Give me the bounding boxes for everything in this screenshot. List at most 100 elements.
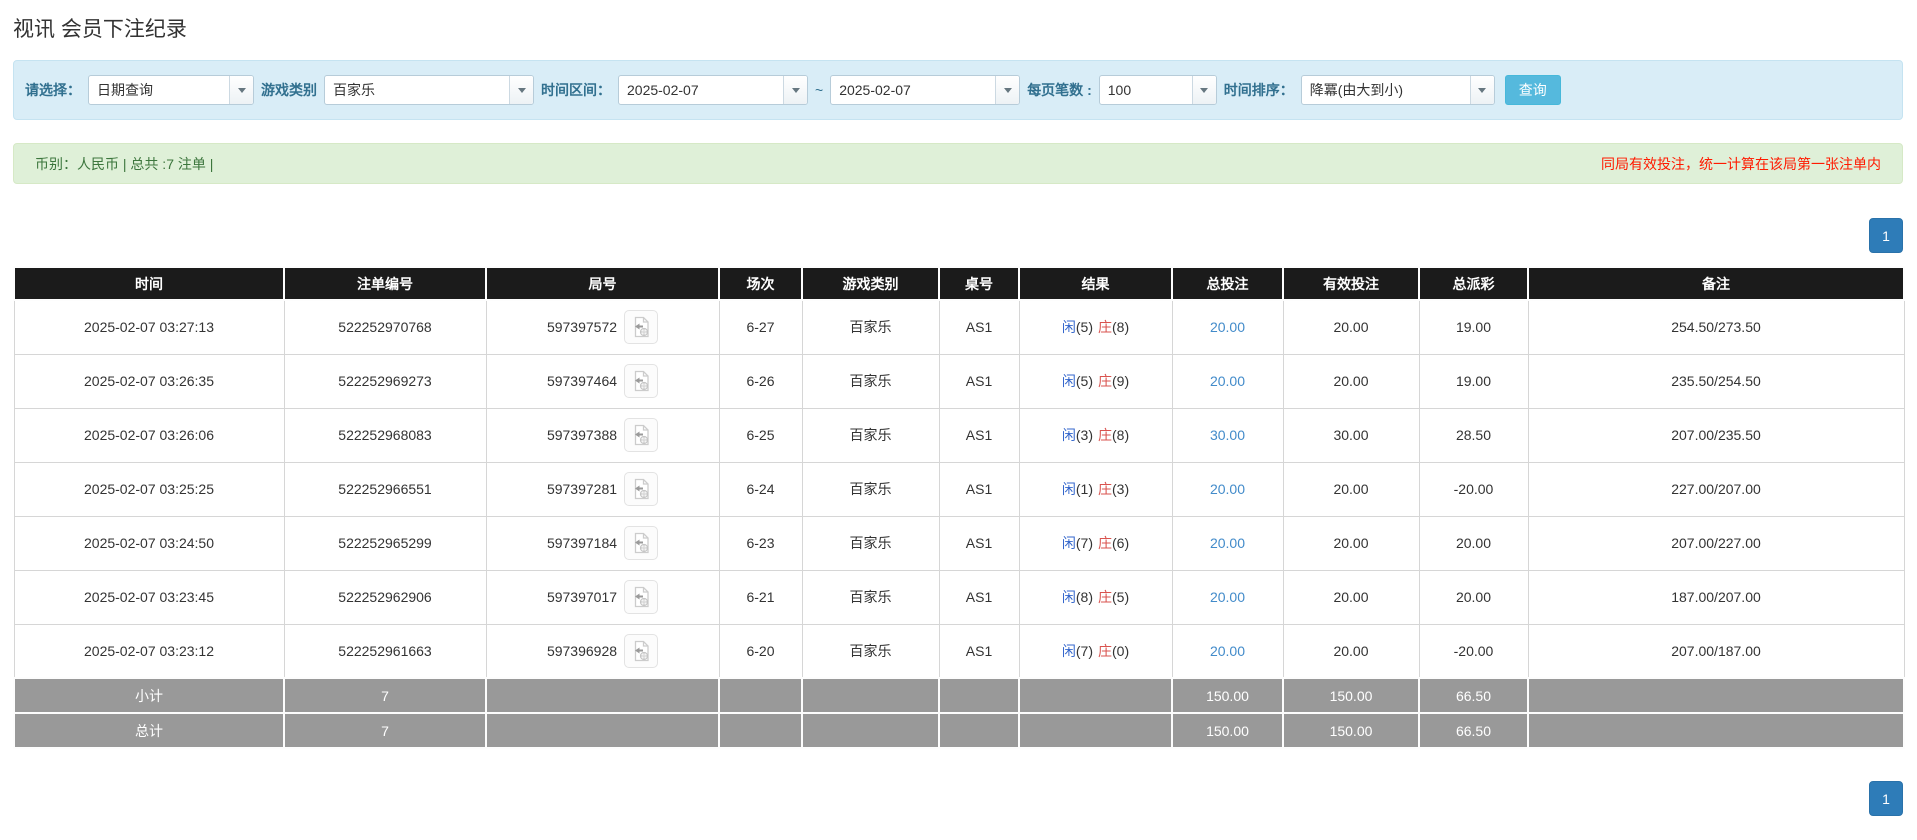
- game-type-select[interactable]: 百家乐: [324, 75, 534, 105]
- table-row: 2025-02-07 03:24:50522252965299597397184…: [14, 516, 1904, 570]
- chevron-down-icon[interactable]: [1470, 76, 1494, 104]
- chevron-down-icon[interactable]: [783, 76, 807, 104]
- result-banker-value: (5): [1112, 589, 1129, 605]
- video-file-glyph: [631, 640, 651, 662]
- video-icon[interactable]: [624, 310, 658, 344]
- video-icon[interactable]: [624, 634, 658, 668]
- sum-empty-cell: [939, 713, 1019, 748]
- cell-bet-number: 522252966551: [284, 462, 486, 516]
- video-icon[interactable]: [624, 580, 658, 614]
- query-button[interactable]: 查询: [1505, 75, 1561, 105]
- chevron-down-icon[interactable]: [995, 76, 1019, 104]
- sum-total-bet: 150.00: [1172, 713, 1283, 748]
- cell-note: 227.00/207.00: [1528, 462, 1904, 516]
- round-number: 597397572: [547, 319, 617, 335]
- video-icon[interactable]: [624, 364, 658, 398]
- cell-payout: 19.00: [1419, 354, 1528, 408]
- cell-total-bet: 20.00: [1172, 300, 1283, 354]
- round-number: 597397388: [547, 427, 617, 443]
- cell-note: 254.50/273.50: [1528, 300, 1904, 354]
- cell-bet-number: 522252968083: [284, 408, 486, 462]
- result-banker-value: (3): [1112, 481, 1129, 497]
- cell-valid-bet: 30.00: [1283, 408, 1419, 462]
- video-file-glyph: [631, 478, 651, 500]
- page-button[interactable]: 1: [1869, 781, 1903, 816]
- chevron-down-icon[interactable]: [229, 76, 253, 104]
- result-banker: 庄: [1098, 427, 1112, 443]
- cell-session: 6-27: [719, 300, 802, 354]
- sum-label: 小计: [14, 678, 284, 713]
- result-player-value: (1): [1076, 481, 1093, 497]
- result-banker: 庄: [1098, 481, 1112, 497]
- chevron-down-icon[interactable]: [509, 76, 533, 104]
- video-icon[interactable]: [624, 526, 658, 560]
- round-number: 597396928: [547, 643, 617, 659]
- table-body: 2025-02-07 03:27:13522252970768597397572…: [14, 300, 1904, 748]
- page-button[interactable]: 1: [1869, 218, 1903, 253]
- page-size-select[interactable]: 100: [1099, 75, 1217, 105]
- records-table: 时间注单编号局号场次游戏类别桌号结果总投注有效投注总派彩备注 2025-02-0…: [13, 266, 1905, 749]
- chevron-down-icon: [1004, 88, 1012, 93]
- cell-game-type: 百家乐: [802, 570, 939, 624]
- cell-payout: -20.00: [1419, 624, 1528, 678]
- result-banker: 庄: [1098, 589, 1112, 605]
- summary-bar: 币别：人民币 | 总共 :7 注单 | 同局有效投注，统一计算在该局第一张注单内: [13, 143, 1903, 184]
- sum-empty-cell: [486, 678, 719, 713]
- date-from-select[interactable]: 2025-02-07: [618, 75, 808, 105]
- cell-table-number: AS1: [939, 516, 1019, 570]
- sort-order-select[interactable]: 降冪(由大到小): [1301, 75, 1495, 105]
- round-number: 597397017: [547, 589, 617, 605]
- cell-session: 6-26: [719, 354, 802, 408]
- date-to-select[interactable]: 2025-02-07: [830, 75, 1020, 105]
- total-bet-link[interactable]: 20.00: [1210, 535, 1245, 551]
- cell-note: 207.00/235.50: [1528, 408, 1904, 462]
- total-bet-link[interactable]: 20.00: [1210, 373, 1245, 389]
- cell-valid-bet: 20.00: [1283, 354, 1419, 408]
- sum-empty-cell: [1019, 678, 1172, 713]
- cell-session: 6-23: [719, 516, 802, 570]
- result-banker: 庄: [1098, 535, 1112, 551]
- result-banker: 庄: [1098, 643, 1112, 659]
- cell-bet-number: 522252969273: [284, 354, 486, 408]
- table-row: 2025-02-07 03:26:35522252969273597397464…: [14, 354, 1904, 408]
- round-number: 597397464: [547, 373, 617, 389]
- date-mode-select[interactable]: 日期查询: [88, 75, 254, 105]
- cell-valid-bet: 20.00: [1283, 570, 1419, 624]
- sum-empty-cell: [802, 678, 939, 713]
- cell-session: 6-21: [719, 570, 802, 624]
- total-bet-link[interactable]: 30.00: [1210, 427, 1245, 443]
- cell-total-bet: 30.00: [1172, 408, 1283, 462]
- total-bet-link[interactable]: 20.00: [1210, 319, 1245, 335]
- total-bet-link[interactable]: 20.00: [1210, 481, 1245, 497]
- cell-round-number: 597397184: [486, 516, 719, 570]
- select-mode-label: 请选择：: [25, 80, 81, 100]
- chevron-down-icon[interactable]: [1192, 76, 1216, 104]
- cell-time: 2025-02-07 03:27:13: [14, 300, 284, 354]
- video-icon[interactable]: [624, 472, 658, 506]
- column-header: 备注: [1528, 267, 1904, 300]
- video-icon[interactable]: [624, 418, 658, 452]
- table-head: 时间注单编号局号场次游戏类别桌号结果总投注有效投注总派彩备注: [14, 267, 1904, 300]
- cell-bet-number: 522252962906: [284, 570, 486, 624]
- table-row: 2025-02-07 03:23:12522252961663597396928…: [14, 624, 1904, 678]
- cell-game-type: 百家乐: [802, 516, 939, 570]
- cell-time: 2025-02-07 03:26:06: [14, 408, 284, 462]
- cell-round-number: 597397572: [486, 300, 719, 354]
- cell-total-bet: 20.00: [1172, 570, 1283, 624]
- video-file-glyph: [631, 316, 651, 338]
- result-player-value: (5): [1076, 373, 1093, 389]
- total-bet-link[interactable]: 20.00: [1210, 589, 1245, 605]
- video-file-glyph: [631, 424, 651, 446]
- sum-total-bet: 150.00: [1172, 678, 1283, 713]
- video-file-glyph: [631, 370, 651, 392]
- table-row: 2025-02-07 03:27:13522252970768597397572…: [14, 300, 1904, 354]
- cell-payout: 20.00: [1419, 570, 1528, 624]
- cell-total-bet: 20.00: [1172, 516, 1283, 570]
- result-banker-value: (0): [1112, 643, 1129, 659]
- cell-bet-number: 522252965299: [284, 516, 486, 570]
- column-header: 总投注: [1172, 267, 1283, 300]
- result-banker-value: (6): [1112, 535, 1129, 551]
- total-bet-link[interactable]: 20.00: [1210, 643, 1245, 659]
- cell-result: 闲(7)庄(0): [1019, 624, 1172, 678]
- round-wrap: 597396928: [491, 634, 715, 668]
